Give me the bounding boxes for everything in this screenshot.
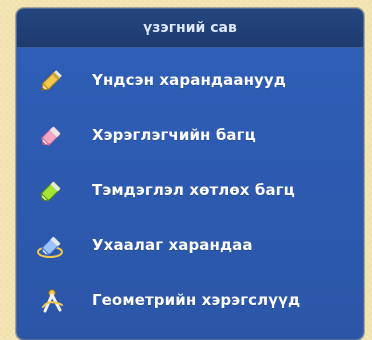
tool-label: Хэрэглэгчийн багц: [92, 125, 256, 144]
pen-tool-list: Үндсэн харандаанууд Хэрэглэгчийн багц Тэ…: [17, 52, 363, 327]
tool-item-smart-pencil[interactable]: Ухаалаг харандаа: [17, 217, 363, 272]
pen-panel: үзэгний сав Үндсэн харандаанууд Хэрэглэг…: [16, 8, 364, 340]
tool-item-user-pack[interactable]: Хэрэглэгчийн багц: [17, 107, 363, 162]
smart-pencil-icon: [35, 228, 69, 262]
compass-icon: [35, 283, 69, 317]
tool-item-note-taking-pack[interactable]: Тэмдэглэл хөтлөх багц: [17, 162, 363, 217]
pink-pencil-icon: [35, 118, 69, 152]
tool-label: Тэмдэглэл хөтлөх багц: [92, 180, 295, 199]
tool-item-basic-pencils[interactable]: Үндсэн харандаанууд: [17, 52, 363, 107]
tool-item-geometry-tools[interactable]: Геометрийн хэрэгслүүд: [17, 272, 363, 327]
tool-label: Ухаалаг харандаа: [92, 235, 253, 254]
tool-label: Үндсэн харандаанууд: [92, 70, 287, 89]
green-marker-icon: [35, 173, 69, 207]
yellow-pencil-icon: [35, 63, 69, 97]
panel-title: үзэгний сав: [17, 9, 363, 48]
tool-label: Геометрийн хэрэгслүүд: [92, 290, 301, 309]
